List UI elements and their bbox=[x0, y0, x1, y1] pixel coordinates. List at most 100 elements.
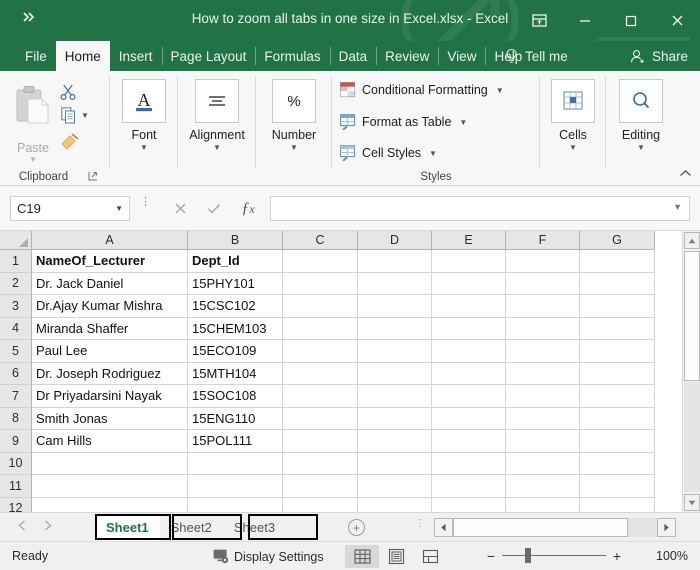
cell-B4[interactable]: 15CHEM103 bbox=[188, 318, 283, 341]
cells-dropdown-caret[interactable]: ▼ bbox=[569, 144, 577, 152]
cell-E1[interactable] bbox=[432, 250, 506, 273]
cell-D2[interactable] bbox=[358, 273, 432, 296]
cell-D5[interactable] bbox=[358, 340, 432, 363]
display-settings-button[interactable]: Display Settings bbox=[213, 549, 324, 564]
vertical-scrollbar[interactable] bbox=[682, 231, 700, 512]
cell-F2[interactable] bbox=[506, 273, 580, 296]
cell-A10[interactable] bbox=[32, 453, 188, 476]
cell-D1[interactable] bbox=[358, 250, 432, 273]
cell-D6[interactable] bbox=[358, 363, 432, 386]
tab-home[interactable]: Home bbox=[56, 41, 110, 71]
cell-C10[interactable] bbox=[283, 453, 358, 476]
h-scroll-thumb[interactable] bbox=[453, 518, 628, 537]
row-header-8[interactable]: 8 bbox=[0, 408, 32, 431]
cell-C2[interactable] bbox=[283, 273, 358, 296]
add-sheet-button[interactable]: + bbox=[348, 519, 365, 536]
tell-me-box[interactable]: Tell me bbox=[505, 41, 568, 71]
cell-E3[interactable] bbox=[432, 295, 506, 318]
cell-E4[interactable] bbox=[432, 318, 506, 341]
cell-B5[interactable]: 15ECO109 bbox=[188, 340, 283, 363]
cell-F3[interactable] bbox=[506, 295, 580, 318]
h-scroll-left-button[interactable] bbox=[434, 518, 453, 537]
cell-F9[interactable] bbox=[506, 430, 580, 453]
scroll-up-button[interactable] bbox=[684, 232, 700, 249]
cell-styles-caret[interactable]: ▼ bbox=[429, 149, 437, 158]
row-header-11[interactable]: 11 bbox=[0, 475, 32, 498]
editing-button[interactable]: Editing ▼ bbox=[606, 79, 676, 152]
zoom-slider[interactable] bbox=[502, 546, 606, 566]
page-layout-view-button[interactable] bbox=[379, 545, 413, 568]
cell-G8[interactable] bbox=[580, 408, 655, 431]
zoom-slider-thumb[interactable] bbox=[525, 548, 531, 563]
alignment-dropdown-caret[interactable]: ▼ bbox=[213, 144, 221, 152]
cell-A1[interactable]: NameOf_Lecturer bbox=[32, 250, 188, 273]
cell-B8[interactable]: 15ENG110 bbox=[188, 408, 283, 431]
column-header-d[interactable]: D bbox=[358, 231, 432, 250]
cell-G2[interactable] bbox=[580, 273, 655, 296]
conditional-formatting-caret[interactable]: ▼ bbox=[496, 86, 504, 95]
cell-E6[interactable] bbox=[432, 363, 506, 386]
cell-C3[interactable] bbox=[283, 295, 358, 318]
page-break-view-button[interactable] bbox=[413, 545, 447, 568]
cell-C1[interactable] bbox=[283, 250, 358, 273]
cell-F1[interactable] bbox=[506, 250, 580, 273]
cell-G9[interactable] bbox=[580, 430, 655, 453]
cell-E2[interactable] bbox=[432, 273, 506, 296]
conditional-formatting-button[interactable]: Conditional Formatting ▼ bbox=[340, 82, 504, 98]
row-header-3[interactable]: 3 bbox=[0, 295, 32, 318]
font-button[interactable]: A Font ▼ bbox=[110, 79, 178, 152]
horizontal-scrollbar[interactable] bbox=[434, 518, 676, 537]
cell-E5[interactable] bbox=[432, 340, 506, 363]
cell-C4[interactable] bbox=[283, 318, 358, 341]
cell-D9[interactable] bbox=[358, 430, 432, 453]
collapse-ribbon-button[interactable] bbox=[679, 169, 692, 181]
row-header-9[interactable]: 9 bbox=[0, 430, 32, 453]
row-header-5[interactable]: 5 bbox=[0, 340, 32, 363]
name-box-caret-icon[interactable]: ▼ bbox=[115, 204, 123, 213]
cell-B6[interactable]: 15MTH104 bbox=[188, 363, 283, 386]
cell-F10[interactable] bbox=[506, 453, 580, 476]
cell-E10[interactable] bbox=[432, 453, 506, 476]
cell-D11[interactable] bbox=[358, 475, 432, 498]
sheet-tab-sheet2[interactable]: Sheet2 bbox=[160, 515, 223, 541]
cell-A9[interactable]: Cam Hills bbox=[32, 430, 188, 453]
column-header-b[interactable]: B bbox=[188, 231, 283, 250]
vertical-scroll-track[interactable] bbox=[684, 382, 700, 492]
cell-G7[interactable] bbox=[580, 385, 655, 408]
cell-D7[interactable] bbox=[358, 385, 432, 408]
minimize-button[interactable] bbox=[562, 0, 608, 41]
format-painter-button[interactable] bbox=[60, 133, 79, 155]
sheet-prev-button[interactable] bbox=[18, 520, 26, 534]
cell-E9[interactable] bbox=[432, 430, 506, 453]
zoom-in-button[interactable]: + bbox=[606, 546, 628, 566]
cell-A6[interactable]: Dr. Joseph Rodriguez bbox=[32, 363, 188, 386]
tab-review[interactable]: Review bbox=[376, 41, 438, 71]
cell-B11[interactable] bbox=[188, 475, 283, 498]
column-header-e[interactable]: E bbox=[432, 231, 506, 250]
cell-F7[interactable] bbox=[506, 385, 580, 408]
row-header-1[interactable]: 1 bbox=[0, 250, 32, 273]
cell-A7[interactable]: Dr Priyadarsini Nayak bbox=[32, 385, 188, 408]
tab-file[interactable]: File bbox=[16, 41, 56, 71]
close-button[interactable] bbox=[654, 0, 700, 41]
enter-formula-button[interactable] bbox=[197, 196, 231, 221]
insert-function-button[interactable]: ƒx bbox=[231, 196, 265, 221]
format-as-table-button[interactable]: Format as Table ▼ bbox=[340, 114, 467, 130]
tab-data[interactable]: Data bbox=[330, 41, 377, 71]
cell-C8[interactable] bbox=[283, 408, 358, 431]
clipboard-dialog-launcher[interactable] bbox=[88, 171, 98, 183]
ribbon-display-options-button[interactable] bbox=[516, 0, 562, 41]
cell-B10[interactable] bbox=[188, 453, 283, 476]
tab-insert[interactable]: Insert bbox=[110, 41, 162, 71]
copy-dropdown-caret[interactable]: ▼ bbox=[81, 111, 89, 120]
cell-styles-button[interactable]: Cell Styles ▼ bbox=[340, 145, 437, 161]
sheet-tab-sheet1[interactable]: Sheet1 bbox=[95, 515, 160, 541]
row-header-7[interactable]: 7 bbox=[0, 385, 32, 408]
cell-G5[interactable] bbox=[580, 340, 655, 363]
cell-G10[interactable] bbox=[580, 453, 655, 476]
cell-F8[interactable] bbox=[506, 408, 580, 431]
sheet-next-button[interactable] bbox=[44, 520, 52, 534]
cancel-formula-button[interactable] bbox=[163, 196, 197, 221]
tab-page-layout[interactable]: Page Layout bbox=[162, 41, 256, 71]
cell-A8[interactable]: Smith Jonas bbox=[32, 408, 188, 431]
